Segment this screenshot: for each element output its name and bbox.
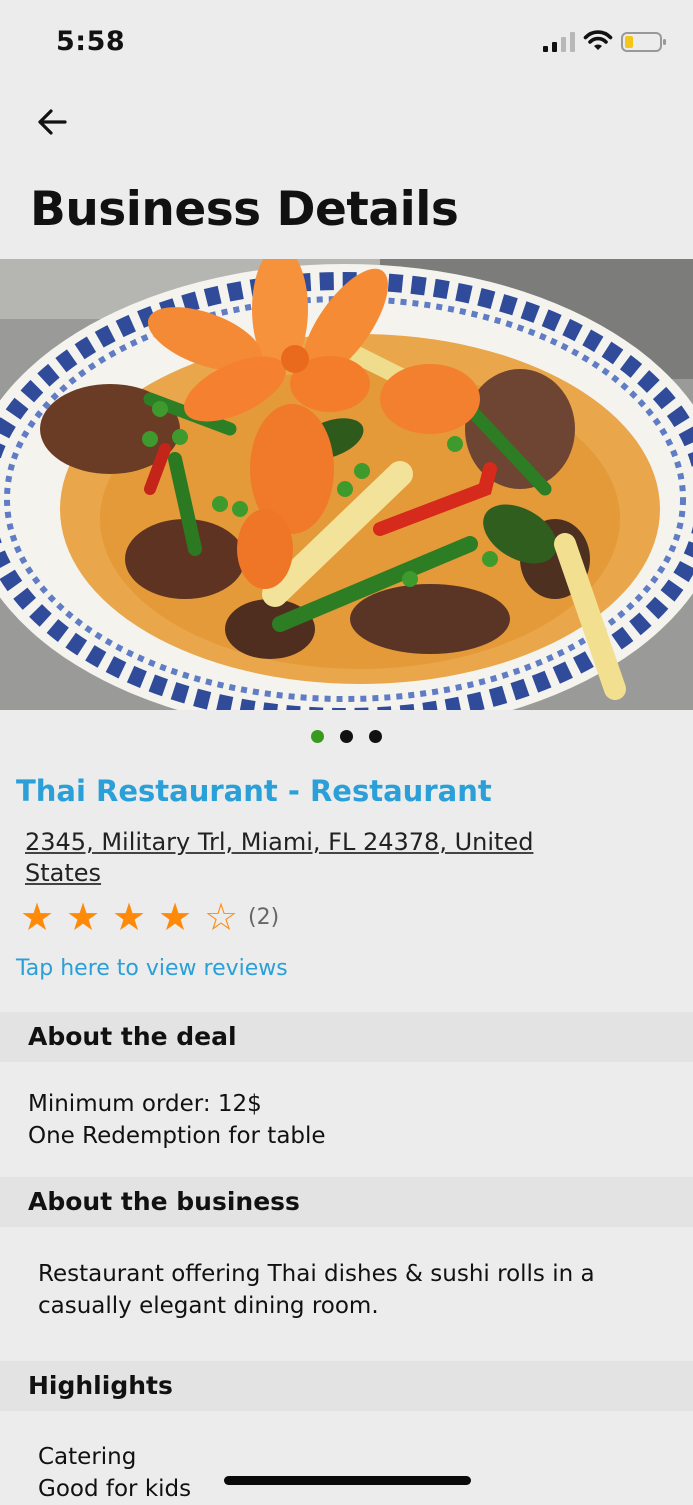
carousel-dot[interactable]	[369, 730, 382, 743]
wifi-icon	[583, 30, 613, 50]
star-filled-icon: ★	[111, 895, 147, 939]
highlight-item: Good for kids	[38, 1476, 192, 1502]
battery-icon	[621, 32, 666, 52]
page-title: Business Details	[30, 182, 459, 237]
business-name: Thai Restaurant - Restaurant	[16, 774, 492, 808]
carousel-dot[interactable]	[311, 730, 324, 743]
carousel-dot[interactable]	[340, 730, 353, 743]
arrow-left-icon	[38, 109, 67, 135]
back-button[interactable]	[28, 100, 76, 144]
cellular-signal-icon	[543, 32, 575, 52]
food-photo	[0, 259, 693, 710]
home-indicator[interactable]	[224, 1476, 471, 1485]
section-header-deal: About the deal	[0, 1012, 693, 1062]
deal-line: One Redemption for table	[28, 1123, 326, 1149]
carousel-indicator[interactable]	[0, 730, 693, 750]
star-filled-icon: ★	[19, 895, 55, 939]
star-filled-icon: ★	[157, 895, 193, 939]
section-title: About the deal	[28, 1022, 237, 1051]
view-reviews-link[interactable]: Tap here to view reviews	[16, 956, 288, 981]
review-count: (2)	[248, 904, 280, 930]
star-empty-icon: ☆	[203, 895, 239, 939]
deal-details: Minimum order: 12$ One Redemption for ta…	[28, 1088, 326, 1152]
section-header-highlights: Highlights	[0, 1361, 693, 1411]
rating-stars: ★ ★ ★ ★ ☆ (2)	[14, 896, 279, 938]
business-address-link[interactable]: 2345, Military Trl, Miami, FL 24378, Uni…	[25, 827, 565, 889]
deal-line: Minimum order: 12$	[28, 1091, 262, 1117]
section-title: Highlights	[28, 1371, 173, 1400]
star-filled-icon: ★	[65, 895, 101, 939]
status-time: 5:58	[56, 26, 126, 57]
highlight-item: Catering	[38, 1444, 137, 1470]
business-description: Restaurant offering Thai dishes & sushi …	[38, 1261, 595, 1319]
highlights-list: Catering Good for kids	[38, 1441, 191, 1505]
section-title: About the business	[28, 1187, 300, 1216]
section-header-business: About the business	[0, 1177, 693, 1227]
business-photo-carousel[interactable]	[0, 259, 693, 710]
